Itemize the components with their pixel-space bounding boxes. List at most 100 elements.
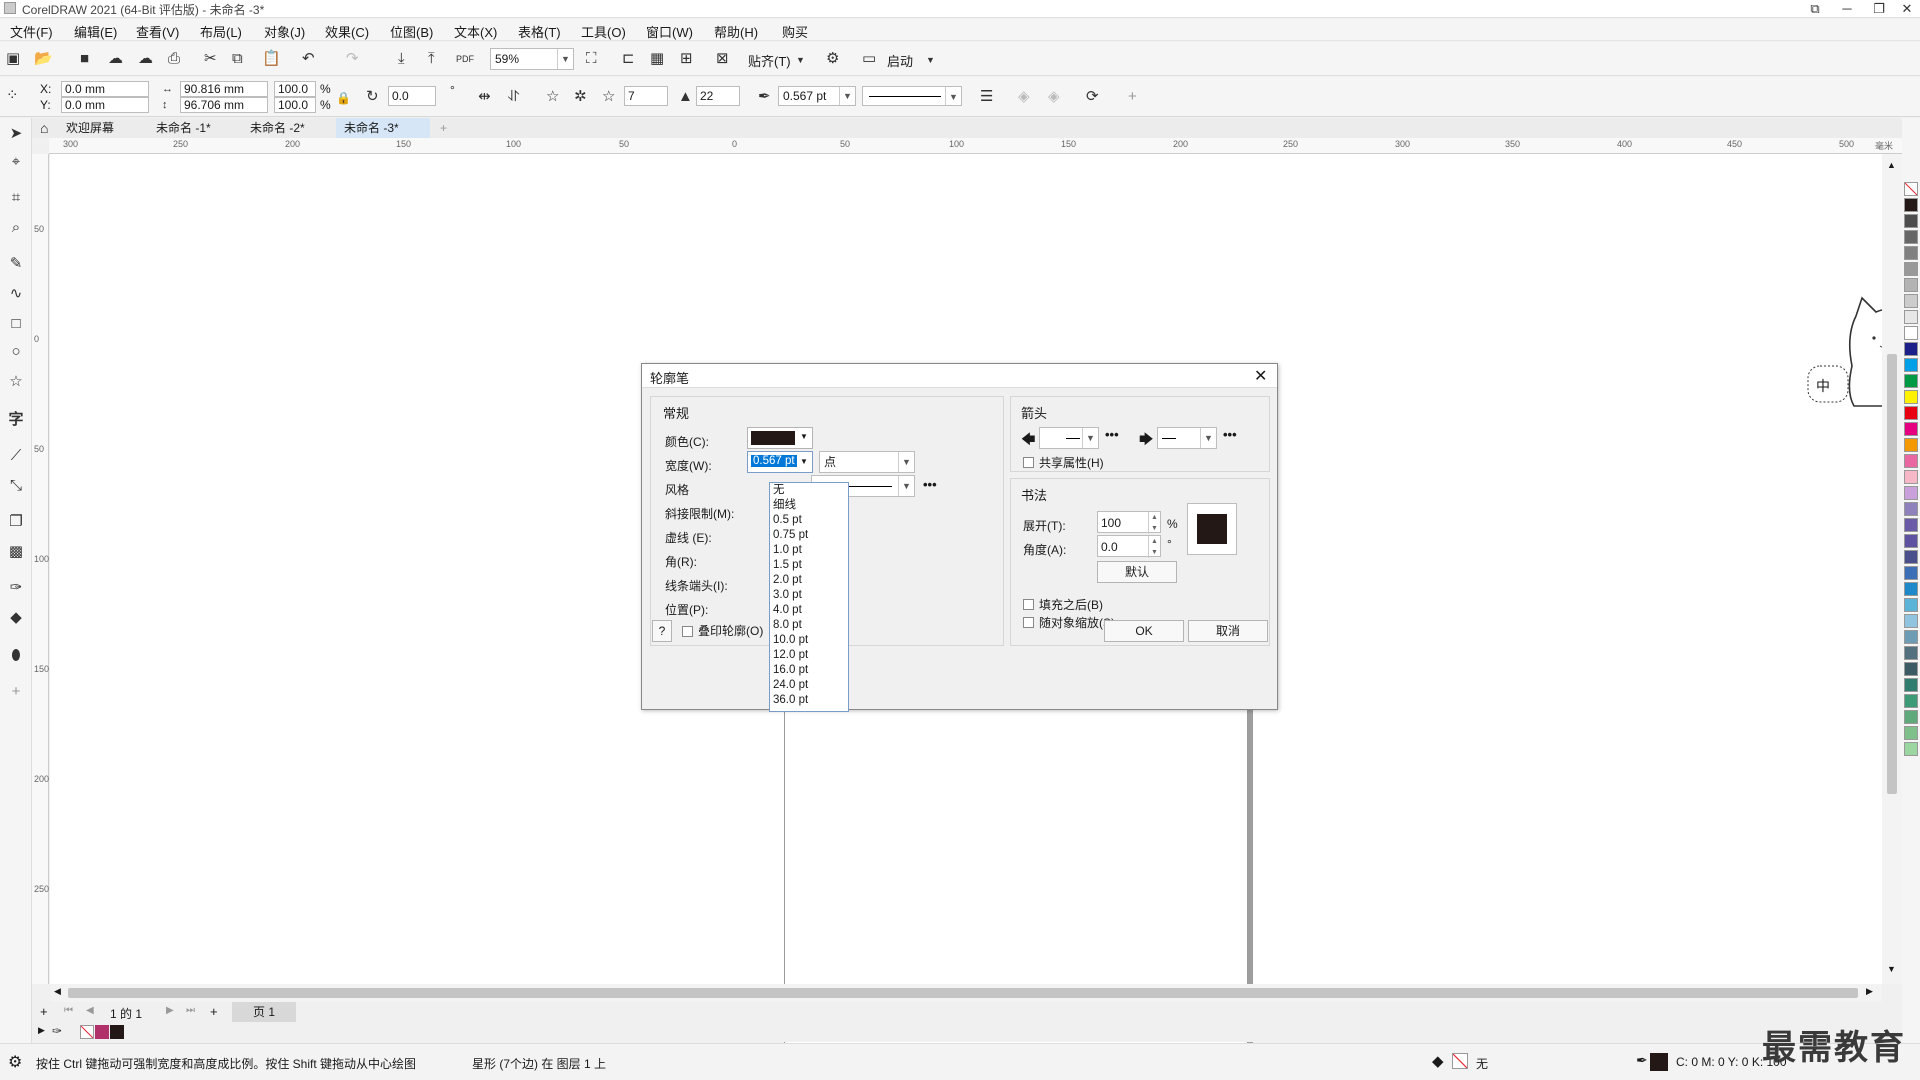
object-width-input[interactable]: 90.816 mm — [180, 81, 268, 97]
undo-icon[interactable]: ↶ — [302, 50, 315, 68]
save-icon[interactable]: ■ — [80, 50, 89, 68]
text-tool-icon[interactable]: 字 — [6, 410, 26, 430]
end-arrow-more-icon[interactable]: ••• — [1223, 427, 1237, 442]
menu-layout[interactable]: 布局(L) — [200, 22, 242, 41]
mirror-horizontal-icon[interactable]: ⇹ — [478, 88, 491, 106]
open-folder-icon[interactable]: 📂 — [34, 50, 53, 68]
menu-help[interactable]: 帮助(H) — [714, 22, 758, 41]
palette-swatch[interactable] — [1904, 566, 1918, 580]
palette-swatch[interactable] — [1904, 534, 1918, 548]
palette-swatch[interactable] — [1904, 230, 1918, 244]
ime-language-badge[interactable]: 中 — [1816, 376, 1830, 396]
snap-dropdown[interactable]: 贴齐(T) — [748, 51, 791, 70]
share-attributes-label[interactable]: 共享属性(H) — [1039, 454, 1104, 471]
to-back-icon[interactable]: ◈ — [1048, 88, 1060, 106]
stretch-spinner[interactable]: ▲ ▼ — [1148, 512, 1160, 534]
width-option[interactable]: 1.5 pt — [770, 558, 848, 573]
style-more-icon[interactable]: ••• — [923, 477, 937, 492]
cloud-upload-icon[interactable]: ☁ — [138, 50, 153, 68]
convert-curves-icon[interactable]: ⟳ — [1086, 88, 1099, 106]
menu-effects[interactable]: 效果(C) — [325, 22, 369, 41]
maximize-button[interactable]: ❐ — [1866, 0, 1892, 18]
page-tab-1[interactable]: 页 1 — [232, 1002, 296, 1022]
smart-fill-icon[interactable]: ⬮ — [6, 646, 26, 666]
close-icon[interactable]: ✕ — [1254, 366, 1267, 386]
ok-button[interactable]: OK — [1104, 620, 1184, 642]
palette-swatch[interactable] — [1904, 630, 1918, 644]
home-icon[interactable]: ⌂ — [32, 118, 56, 138]
doc-swatch-none[interactable] — [80, 1025, 94, 1039]
object-height-input[interactable]: 96.706 mm — [180, 97, 268, 113]
palette-swatch[interactable] — [1904, 374, 1918, 388]
cloud-download-icon[interactable]: ☁ — [108, 50, 123, 68]
full-screen-icon[interactable]: ⛶ — [586, 50, 597, 68]
interactive-fill-icon[interactable]: ◆ — [6, 608, 26, 628]
palette-swatch[interactable] — [1904, 662, 1918, 676]
connector-tool-icon[interactable]: ⤡ — [6, 476, 26, 496]
add-page-end-icon[interactable]: + — [210, 1004, 218, 1019]
width-option[interactable]: 0.75 pt — [770, 528, 848, 543]
complex-star-icon[interactable]: ✲ — [574, 88, 587, 106]
cut-icon[interactable]: ✂ — [204, 50, 217, 68]
add-page-icon[interactable]: + — [40, 1004, 48, 1019]
mirror-vertical-icon[interactable]: ⥯ — [508, 88, 519, 106]
add-tool-icon[interactable]: + — [6, 682, 26, 702]
palette-swatch[interactable] — [1904, 486, 1918, 500]
start-arrow-more-icon[interactable]: ••• — [1105, 427, 1119, 442]
width-option[interactable]: 16.0 pt — [770, 663, 848, 678]
sharpness-input[interactable]: 22 — [696, 86, 740, 106]
palette-swatch[interactable] — [1904, 454, 1918, 468]
doc-swatch-magenta[interactable] — [95, 1025, 109, 1039]
palette-swatch[interactable] — [1904, 262, 1918, 276]
width-option[interactable]: 4.0 pt — [770, 603, 848, 618]
snap-off-icon[interactable]: ⊠ — [716, 50, 729, 68]
pick-tool-icon[interactable]: ➤ — [6, 124, 26, 144]
freehand-tool-icon[interactable]: ✎ — [6, 254, 26, 274]
lock-ratio-icon[interactable]: 🔒 — [336, 89, 351, 107]
width-option[interactable]: 0.5 pt — [770, 513, 848, 528]
palette-swatch[interactable] — [1904, 390, 1918, 404]
palette-swatch[interactable] — [1904, 438, 1918, 452]
redo-icon[interactable]: ↷ — [346, 50, 359, 68]
doc-swatch-black[interactable] — [110, 1025, 124, 1039]
width-option[interactable]: 3.0 pt — [770, 588, 848, 603]
palette-swatch[interactable] — [1904, 614, 1918, 628]
end-arrow-dropdown[interactable]: ▼ — [1157, 427, 1217, 449]
crop-tool-icon[interactable]: ⌗ — [6, 188, 26, 208]
width-option[interactable]: 12.0 pt — [770, 648, 848, 663]
angle-input[interactable]: 0.0 ▲ ▼ — [1097, 535, 1161, 558]
palette-swatch[interactable] — [1904, 358, 1918, 372]
overprint-label[interactable]: 叠印轮廓(O) — [698, 622, 763, 639]
y-position-input[interactable]: 0.0 mm — [61, 97, 149, 113]
print-icon[interactable]: ⎙ — [168, 50, 180, 68]
polygon-tool-icon[interactable]: ☆ — [6, 372, 26, 392]
vertical-scrollbar[interactable]: ▲ ▼ — [1882, 154, 1902, 984]
palette-swatch[interactable] — [1904, 710, 1918, 724]
menu-file[interactable]: 文件(F) — [10, 22, 53, 41]
rectangle-tool-icon[interactable]: □ — [6, 314, 26, 334]
fill-none-swatch[interactable] — [1452, 1053, 1468, 1069]
tab-untitled-2[interactable]: 未命名 -2* — [242, 118, 313, 138]
shape-tool-icon[interactable]: ⌖ — [6, 152, 26, 172]
scroll-left-icon[interactable]: ◀ — [54, 986, 61, 997]
palette-swatch[interactable] — [1904, 582, 1918, 596]
pdf-icon[interactable]: PDF — [456, 50, 474, 68]
rotation-input[interactable]: 0.0 — [388, 86, 436, 106]
width-option[interactable]: 10.0 pt — [770, 633, 848, 648]
width-option-hairline[interactable]: 细线 — [770, 498, 848, 513]
menu-buy[interactable]: 购买 — [782, 22, 808, 41]
angle-spinner[interactable]: ▲ ▼ — [1148, 536, 1160, 558]
color-picker-button[interactable]: ▼ — [747, 427, 813, 449]
scale-height-input[interactable]: 100.0 — [274, 97, 316, 113]
no-color-swatch[interactable] — [1904, 182, 1918, 196]
scroll-right-icon[interactable]: ▶ — [1866, 986, 1873, 997]
outline-width-dropdown[interactable]: 0.567 pt ▼ — [778, 86, 856, 106]
width-option[interactable]: 8.0 pt — [770, 618, 848, 633]
width-option[interactable]: 2.0 pt — [770, 573, 848, 588]
palette-swatch[interactable] — [1904, 598, 1918, 612]
overprint-checkbox[interactable] — [682, 626, 693, 637]
grid-icon[interactable]: ▦ — [650, 50, 664, 68]
vertical-scroll-thumb[interactable] — [1887, 354, 1897, 794]
palette-swatch[interactable] — [1904, 518, 1918, 532]
palette-swatch[interactable] — [1904, 342, 1918, 356]
